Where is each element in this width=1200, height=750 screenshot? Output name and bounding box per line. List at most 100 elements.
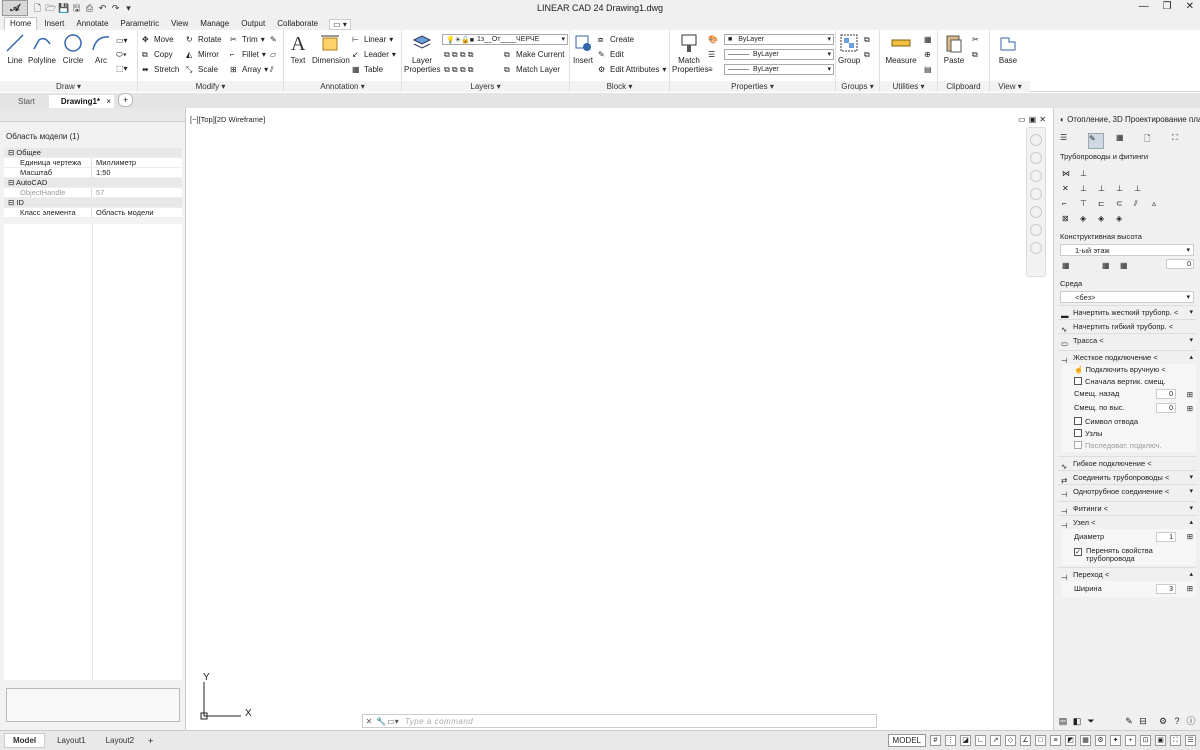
pick-icon[interactable]: ⊞: [1187, 403, 1193, 415]
hatch-icon[interactable]: ⬭▾: [116, 50, 127, 60]
make-current-button[interactable]: ⧉ Make Current: [504, 50, 564, 59]
clean-screen-icon[interactable]: ⛶: [1170, 735, 1181, 746]
lineweight-icon[interactable]: ≡: [708, 65, 713, 74]
array-button[interactable]: ⊞ Array ▾: [230, 65, 268, 74]
tab-manage[interactable]: Manage: [195, 18, 234, 30]
category-general[interactable]: ⊟ Общее: [4, 148, 182, 158]
leader-button[interactable]: ↙ Leader ▾: [352, 50, 396, 59]
flex-draw-bar[interactable]: ∿ Начертить гибкий трубопр. <: [1058, 319, 1196, 334]
layout-tab-layout1[interactable]: Layout1: [49, 734, 93, 747]
cut-icon[interactable]: ✂: [972, 35, 979, 44]
panel-title-modify[interactable]: Modify ▾: [138, 81, 283, 92]
pipe-tool-3-icon[interactable]: ⊥: [1098, 184, 1108, 194]
command-input[interactable]: Type a command: [405, 717, 473, 726]
help-icon[interactable]: ?: [1172, 716, 1182, 727]
create-block-button[interactable]: ⧈ Create: [598, 35, 634, 44]
vert-first-checkbox[interactable]: [1074, 377, 1082, 385]
edit-icon[interactable]: ✎: [1124, 716, 1134, 727]
offset-height-input[interactable]: 0: [1156, 403, 1176, 413]
property-row[interactable]: ObjectHandle 57: [4, 188, 182, 198]
move-button[interactable]: ✥ Move: [142, 35, 174, 44]
height-combo[interactable]: 1-ый этаж ▾: [1060, 244, 1194, 256]
panel-title-view[interactable]: View ▾: [990, 81, 1030, 92]
lineweight-combo[interactable]: ——— ByLayer ▾: [724, 64, 834, 75]
panel-title-clipboard[interactable]: Clipboard: [938, 81, 989, 92]
pipe-tool-8-icon[interactable]: ⊏: [1098, 199, 1108, 209]
scale-button[interactable]: ⤡ Scale: [186, 65, 218, 74]
linear-button[interactable]: ⊢ Linear ▾: [352, 35, 393, 44]
tab-home[interactable]: Home: [4, 17, 38, 30]
symbol-checkbox[interactable]: [1074, 417, 1082, 425]
panel-title-block[interactable]: Block ▾: [570, 81, 669, 92]
doc-tab-start[interactable]: Start: [6, 95, 49, 108]
pipe-tool-1-icon[interactable]: ✕: [1062, 184, 1072, 194]
explode-icon[interactable]: ▱: [270, 50, 276, 59]
pipe-tool-2-icon[interactable]: ⊥: [1080, 184, 1090, 194]
tab-insert[interactable]: Insert: [39, 18, 69, 30]
property-value[interactable]: Миллиметр: [92, 158, 182, 167]
trim-button[interactable]: ✂ Trim ▾: [230, 35, 265, 44]
navbar-options-icon[interactable]: [1030, 242, 1042, 254]
pipe-tool-11-icon[interactable]: ▵: [1152, 199, 1162, 209]
pipe-tool-10-icon[interactable]: ⫽: [1134, 199, 1144, 209]
panel-title-annotation[interactable]: Annotation ▾: [284, 81, 401, 92]
pipe-tool-14-icon[interactable]: ◈: [1098, 214, 1108, 224]
diameter-input[interactable]: 1: [1156, 532, 1176, 542]
line-button[interactable]: Line: [4, 32, 26, 65]
dimension-button[interactable]: Dimension: [312, 32, 350, 65]
steering-wheel-icon[interactable]: [1030, 134, 1042, 146]
print-icon[interactable]: ⎙: [84, 3, 95, 14]
polar-icon[interactable]: ↗: [990, 735, 1001, 746]
edit-attributes-button[interactable]: ⚙ Edit Attributes ▾: [598, 65, 666, 74]
panel-title-layers[interactable]: Layers ▾: [402, 81, 569, 92]
measure-button[interactable]: Measure: [884, 32, 918, 65]
grid-icon[interactable]: #: [930, 735, 941, 746]
layer-tools-row1-icon[interactable]: ⧉ ⧉ ⧉ ⧉: [444, 50, 474, 60]
mirror-button[interactable]: ◭ Mirror: [186, 50, 219, 59]
nodes-row[interactable]: Узлы: [1062, 428, 1196, 440]
boundary-icon[interactable]: ⬚▾: [116, 64, 128, 73]
inherit-row[interactable]: Перенять свойства трубопровода: [1062, 545, 1196, 565]
rigid-connection-bar[interactable]: ⊣ Жесткое подключение < ▴: [1058, 350, 1196, 365]
rectangle-icon[interactable]: ▭▾: [116, 36, 128, 45]
level-icon-2[interactable]: ▦: [1102, 261, 1112, 271]
tab-collaborate[interactable]: Collaborate: [272, 18, 323, 30]
save-icon[interactable]: 💾: [58, 3, 69, 14]
copy-button[interactable]: ⧉ Copy: [142, 50, 173, 59]
tab-view[interactable]: View: [166, 18, 193, 30]
pipe-tool-13-icon[interactable]: ◈: [1080, 214, 1090, 224]
category-id[interactable]: ⊟ ID: [4, 198, 182, 208]
snap-icon[interactable]: ⋮: [945, 735, 956, 746]
level-icon-3[interactable]: ▦: [1120, 261, 1130, 271]
nodes-checkbox[interactable]: [1074, 429, 1082, 437]
panel-title-utilities[interactable]: Utilities ▾: [880, 81, 937, 92]
base-button[interactable]: Base: [996, 32, 1020, 65]
rotate-button[interactable]: ↻ Rotate: [186, 35, 222, 44]
palette-view-icon[interactable]: ▤: [1058, 716, 1068, 727]
pipe-tool-12-icon[interactable]: ⊠: [1062, 214, 1072, 224]
tab-annotate[interactable]: Annotate: [71, 18, 113, 30]
command-history-icon[interactable]: ▭▾: [387, 717, 399, 726]
minimize-icon[interactable]: —: [1139, 1, 1149, 12]
document-icon[interactable]: 🗋: [1144, 133, 1160, 149]
zoom-icon[interactable]: [1030, 188, 1042, 200]
new-tab-button[interactable]: +: [118, 93, 134, 107]
tab-output[interactable]: Output: [236, 18, 270, 30]
undo-icon[interactable]: ↶: [97, 3, 108, 14]
transparency-icon[interactable]: ◩: [1065, 735, 1076, 746]
rigid-draw-bar[interactable]: ▬ Начертить жесткий трубопр. < ▾: [1058, 305, 1196, 320]
offset-back-input[interactable]: 0: [1156, 389, 1176, 399]
erase-icon[interactable]: ✎: [270, 35, 277, 44]
property-row[interactable]: Масштаб 1:50: [4, 168, 182, 178]
save-as-icon[interactable]: 🖫: [71, 3, 82, 14]
pipe-tool-5-icon[interactable]: ⊥: [1134, 184, 1144, 194]
customization-icon[interactable]: ☰: [1185, 735, 1196, 746]
redo-icon[interactable]: ↷: [110, 3, 121, 14]
pipe-tool-15-icon[interactable]: ◈: [1116, 214, 1126, 224]
viewport-close-icon[interactable]: ✕: [1039, 115, 1046, 124]
manual-connect-row[interactable]: ☝ Подключить вручную <: [1062, 364, 1196, 376]
color-wheel-icon[interactable]: 🎨: [708, 35, 718, 44]
linetype-combo[interactable]: ——— ByLayer ▾: [724, 49, 834, 60]
ribbon-options-button[interactable]: ▭ ▾: [329, 19, 351, 30]
customize-command-icon[interactable]: 🔧: [375, 717, 387, 726]
